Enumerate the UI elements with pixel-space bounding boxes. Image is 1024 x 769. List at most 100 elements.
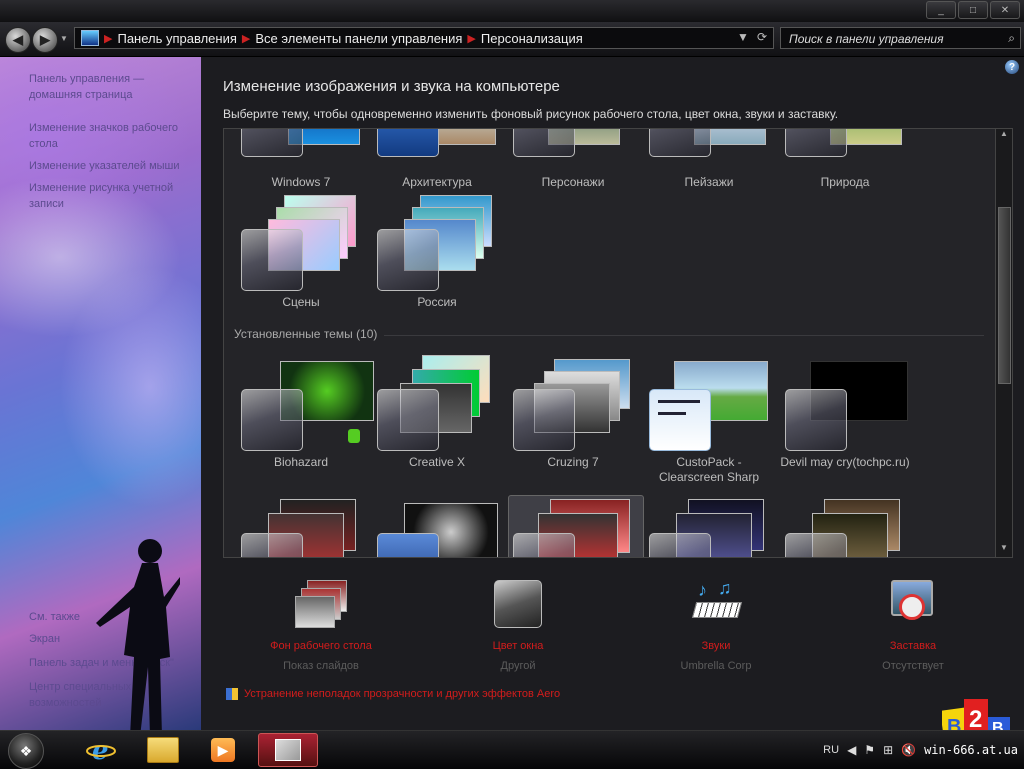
breadcrumb-control-panel[interactable]: Панель управления <box>117 31 236 46</box>
minimize-button[interactable]: _ <box>926 1 956 19</box>
help-icon[interactable]: ? <box>1005 60 1019 74</box>
breadcrumb-all-items[interactable]: Все элементы панели управления <box>255 31 462 46</box>
item-name[interactable]: Фон рабочего стола <box>221 636 421 656</box>
screensaver-item[interactable]: Заставка Отсутствует <box>813 575 1013 676</box>
sidebar-link-desktop-icons[interactable]: Изменение значков рабочего стола <box>29 120 197 152</box>
history-dropdown-icon[interactable]: ▼ <box>60 34 68 43</box>
navigation-bar: ◀ ▶ ▼ ▶ Панель управления ▶ Все элементы… <box>0 22 1024 57</box>
shield-icon <box>226 688 238 700</box>
sidebar: Панель управления — домашняя страница Из… <box>0 57 201 730</box>
item-name[interactable]: Звуки <box>616 636 816 656</box>
search-input[interactable] <box>787 30 996 48</box>
biohazard-icon <box>348 429 360 443</box>
theme-scenes[interactable]: Сцены <box>236 195 366 310</box>
theme-label: CustoPack - Clearscreen Sharp <box>658 455 760 484</box>
theme-custopack[interactable]: CustoPack - Clearscreen Sharp <box>644 355 774 485</box>
theme-russia[interactable]: Россия <box>372 195 502 310</box>
clock[interactable]: win-666.at.ua <box>924 743 1018 757</box>
theme-settings: Фон рабочего стола Показ слайдов Цвет ок… <box>223 575 1013 675</box>
theme-label: Windows 7 <box>271 175 331 189</box>
window-controls: _ □ ✕ <box>926 1 1020 19</box>
theme-label: Пейзажи <box>684 175 734 189</box>
theme-item[interactable] <box>780 499 910 557</box>
chevron-down-icon[interactable]: ▼ <box>737 30 749 44</box>
item-value: Umbrella Corp <box>680 660 752 672</box>
volume-muted-icon[interactable]: 🔇 <box>901 743 916 757</box>
theme-label: Персонажи <box>541 175 605 189</box>
aero-link-text[interactable]: Устранение неполадок прозрачности и друг… <box>244 688 560 700</box>
title-bar: _ □ ✕ <box>0 0 1024 22</box>
close-button[interactable]: ✕ <box>990 1 1020 19</box>
theme-label: Сцены <box>282 295 320 309</box>
themes-scrollbar[interactable]: ▲ ▼ <box>995 129 1012 557</box>
breadcrumb-arrow-icon[interactable]: ▶ <box>467 32 475 45</box>
breadcrumb-arrow-icon[interactable]: ▶ <box>242 32 250 45</box>
theme-item[interactable] <box>236 499 366 557</box>
theme-label: Россия <box>417 295 457 309</box>
breadcrumb-arrow-icon[interactable]: ▶ <box>104 32 112 45</box>
language-indicator[interactable]: RU <box>823 744 839 756</box>
tray-expand-icon[interactable]: ◀ <box>847 743 856 757</box>
aero-troubleshoot-link[interactable]: Устранение неполадок прозрачности и друг… <box>226 688 560 700</box>
internet-explorer-icon[interactable]: e <box>80 733 122 767</box>
theme-label: Biohazard <box>273 455 329 469</box>
back-button[interactable]: ◀ <box>5 27 31 53</box>
system-tray: RU ◀ ⚑ ⊞ 🔇 win-666.at.ua <box>823 731 1024 769</box>
media-player-icon[interactable]: ▶ <box>202 733 244 767</box>
network-icon[interactable]: ⊞ <box>883 743 893 757</box>
theme-item[interactable] <box>644 499 774 557</box>
theme-windows7[interactable]: Windows 7 <box>236 129 366 190</box>
theme-characters[interactable]: Персонажи <box>508 129 638 190</box>
flag-icon[interactable]: ⚑ <box>864 743 875 757</box>
taskbar: ❖ e ▶ RU ◀ ⚑ ⊞ 🔇 win-666.at.ua <box>0 730 1024 769</box>
theme-nature[interactable]: Природа <box>780 129 910 190</box>
item-name[interactable]: Цвет окна <box>418 636 618 656</box>
item-name[interactable]: Заставка <box>813 636 1013 656</box>
explorer-folder-icon[interactable] <box>142 733 184 767</box>
silhouette-image <box>96 539 180 730</box>
sounds-icon: ♪ ♫ <box>690 578 743 630</box>
sidebar-link-home[interactable]: Панель управления — домашняя страница <box>29 71 197 103</box>
search-icon[interactable]: ⌕ <box>1008 31 1015 46</box>
theme-architecture[interactable]: Архитектура <box>372 129 502 190</box>
theme-label: Creative X <box>408 455 466 469</box>
theme-item[interactable] <box>372 499 502 557</box>
theme-label: Devil may cry(tochpc.ru) <box>780 455 910 469</box>
theme-cruzing7[interactable]: Cruzing 7 <box>508 355 638 470</box>
item-value: Показ слайдов <box>283 660 359 672</box>
theme-label: Архитектура <box>402 175 472 189</box>
search-box[interactable]: ⌕ <box>780 27 1021 49</box>
address-bar[interactable]: ▶ Панель управления ▶ Все элементы панел… <box>74 27 774 49</box>
personalization-task-button[interactable] <box>258 733 318 767</box>
scroll-down-icon[interactable]: ▼ <box>996 543 1012 557</box>
control-panel-task-icon <box>275 739 301 761</box>
window-preview-icon <box>649 389 711 451</box>
refresh-icon[interactable]: ⟳ <box>757 30 767 44</box>
forward-button[interactable]: ▶ <box>32 27 58 53</box>
desktop-background-item[interactable]: Фон рабочего стола Показ слайдов <box>221 575 421 676</box>
theme-label: Природа <box>820 175 870 189</box>
theme-creative-x[interactable]: Creative X <box>372 355 502 470</box>
control-panel-icon <box>81 30 99 46</box>
maximize-button[interactable]: □ <box>958 1 988 19</box>
sidebar-link-mouse-pointers[interactable]: Изменение указателей мыши <box>29 158 197 174</box>
theme-biohazard[interactable]: Biohazard <box>236 355 374 470</box>
sidebar-link-account-picture[interactable]: Изменение рисунка учетной записи <box>29 180 197 212</box>
section-divider <box>384 335 984 336</box>
theme-item[interactable] <box>508 499 638 557</box>
window-color-item[interactable]: Цвет окна Другой <box>418 575 618 676</box>
breadcrumb-personalization[interactable]: Персонализация <box>481 31 583 46</box>
screensaver-icon <box>887 578 939 630</box>
window-color-icon <box>492 578 544 630</box>
svg-text:e: e <box>92 736 109 765</box>
scroll-thumb[interactable] <box>998 207 1011 384</box>
theme-label: Cruzing 7 <box>547 455 599 469</box>
installed-themes-header: Установленные темы (10) <box>234 327 378 341</box>
start-button[interactable]: ❖ <box>8 733 44 769</box>
page-title: Изменение изображения и звука на компьют… <box>223 78 560 95</box>
theme-devil-may-cry[interactable]: Devil may cry(tochpc.ru) <box>780 355 910 470</box>
sounds-item[interactable]: ♪ ♫ Звуки Umbrella Corp <box>616 575 816 676</box>
scroll-up-icon[interactable]: ▲ <box>996 129 1012 143</box>
theme-landscapes[interactable]: Пейзажи <box>644 129 774 190</box>
themes-list[interactable]: Windows 7 Архитектура Персонажи Пейзажи … <box>223 128 1013 558</box>
